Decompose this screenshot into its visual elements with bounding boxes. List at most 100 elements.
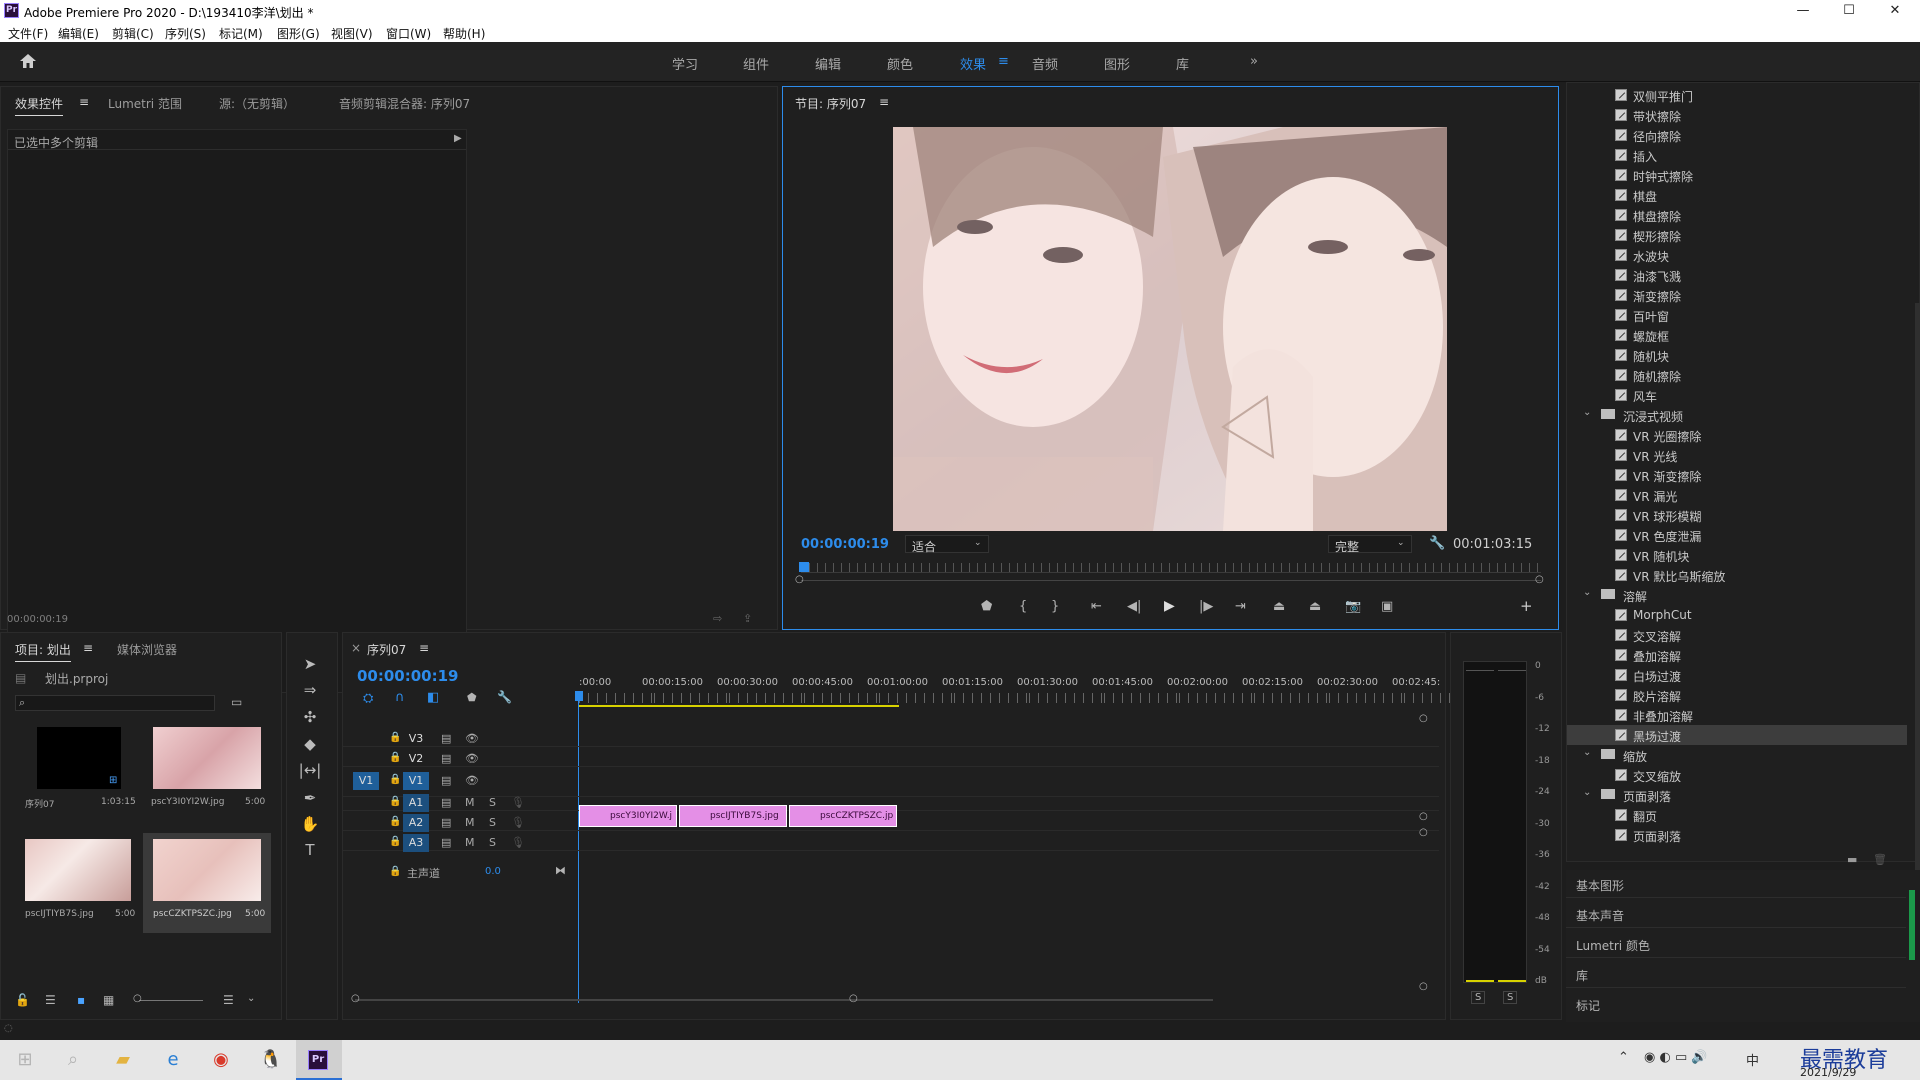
step-forward-icon[interactable]: |▶	[1199, 599, 1213, 614]
effect-item[interactable]: 随机擦除	[1567, 365, 1907, 385]
effect-item[interactable]: 页面剥落	[1567, 825, 1907, 845]
go-to-in-icon[interactable]: ⇤	[1091, 599, 1102, 614]
sync-lock-icon[interactable]: ▤	[441, 752, 451, 765]
effect-item[interactable]: VR 渐变擦除	[1567, 465, 1907, 485]
effect-item[interactable]: MorphCut	[1567, 605, 1907, 625]
microphone-icon[interactable]: 🎙	[511, 796, 525, 809]
effect-item[interactable]: VR 色度泄漏	[1567, 525, 1907, 545]
zoom-handle-left[interactable]: ○	[795, 574, 804, 585]
solo-button[interactable]: S	[489, 836, 496, 849]
project-item-selected[interactable]: pscCZKTPSZC.jpg 5:00	[143, 833, 271, 933]
effect-item[interactable]: VR 球形模糊	[1567, 505, 1907, 525]
tab-source[interactable]: 源:（无剪辑）	[219, 95, 295, 112]
video-zoom-handle-bottom[interactable]: ○	[1419, 811, 1428, 822]
tab-audio-clip-mixer[interactable]: 音频剪辑混合器: 序列07	[339, 95, 470, 112]
effect-item[interactable]: 非叠加溶解	[1567, 705, 1907, 725]
effect-item[interactable]: 翻页	[1567, 805, 1907, 825]
play-icon[interactable]: ▶	[1164, 598, 1175, 614]
effect-item[interactable]: 白场过渡	[1567, 665, 1907, 685]
menu-marker[interactable]: 标记(M)	[219, 25, 263, 42]
mute-button[interactable]: M	[465, 836, 475, 849]
go-to-out-icon[interactable]: ⇥	[1235, 599, 1246, 614]
add-marker-icon[interactable]: ⬟	[981, 599, 992, 614]
menu-clip[interactable]: 剪辑(C)	[112, 25, 154, 42]
effect-item[interactable]: 水波块	[1567, 245, 1907, 265]
sections-scrollbar[interactable]	[1909, 890, 1915, 960]
chrome-icon[interactable]: ◉	[196, 1040, 246, 1080]
timeline-close-icon[interactable]: ×	[351, 641, 361, 655]
effect-item[interactable]: 带状擦除	[1567, 105, 1907, 125]
tray-icons[interactable]: ◉ ◐ ▭ 🔊	[1644, 1050, 1708, 1065]
solo-button[interactable]: S	[489, 796, 496, 809]
eye-icon[interactable]: 👁	[465, 732, 479, 745]
playhead-handle[interactable]	[575, 691, 583, 701]
effect-item[interactable]: 渐变擦除	[1567, 285, 1907, 305]
track-select-tool-icon[interactable]: ⇒	[295, 681, 325, 703]
delete-icon[interactable]: 🗑	[1873, 853, 1887, 866]
new-search-bin-icon[interactable]: ▭	[231, 695, 242, 709]
lock-icon[interactable]: 🔒	[389, 836, 401, 847]
program-menu-icon[interactable]: ≡	[879, 95, 889, 109]
zoom-slider-handle[interactable]: ○	[133, 993, 142, 1004]
expand-arrow-icon[interactable]: ▶	[454, 133, 462, 144]
source-patch[interactable]: V1	[353, 772, 379, 790]
program-playhead[interactable]	[799, 562, 809, 572]
workspace-learn[interactable]: 学习	[672, 54, 698, 73]
maximize-button[interactable]: ☐	[1826, 0, 1872, 22]
program-timecode[interactable]: 00:00:00:19	[801, 537, 889, 552]
solo-left-button[interactable]: S	[1471, 991, 1486, 1004]
workspace-audio[interactable]: 音频	[1032, 54, 1058, 73]
video-zoom-handle-top[interactable]: ○	[1419, 713, 1428, 724]
search-icon[interactable]: ⌕	[48, 1040, 98, 1080]
selection-tool-icon[interactable]: ➤	[295, 655, 325, 677]
effect-item[interactable]: 交叉溶解	[1567, 625, 1907, 645]
effect-item[interactable]: 油漆飞溅	[1567, 265, 1907, 285]
workspace-libraries[interactable]: 库	[1176, 54, 1189, 73]
menu-view[interactable]: 视图(V)	[331, 25, 373, 42]
effect-item[interactable]: 随机块	[1567, 345, 1907, 365]
ime-indicator[interactable]: 中	[1746, 1050, 1759, 1069]
audio-zoom-handle-top[interactable]: ○	[1419, 827, 1428, 838]
menu-sequence[interactable]: 序列(S)	[165, 25, 206, 42]
lift-icon[interactable]: ⏏	[1273, 599, 1285, 614]
ripple-edit-tool-icon[interactable]: ✣	[295, 708, 325, 730]
audio-zoom-handle-bottom[interactable]: ○	[1419, 981, 1428, 992]
panel-menu-icon[interactable]: ≡	[79, 95, 89, 109]
effect-item[interactable]: 棋盘	[1567, 185, 1907, 205]
freeform-view-icon[interactable]: ▦	[103, 993, 114, 1007]
timeline-ruler[interactable]: :00:00 00:00:15:00 00:00:30:00 00:00:45:00 0…	[579, 677, 1479, 705]
effect-item[interactable]: 径向擦除	[1567, 125, 1907, 145]
timeline-horizontal-scrollbar[interactable]	[355, 999, 1213, 1001]
effect-item[interactable]: 百叶窗	[1567, 305, 1907, 325]
project-item[interactable]: pscY3I0YI2W.jpg 5:00	[141, 725, 271, 823]
effect-item[interactable]: 胶片溶解	[1567, 685, 1907, 705]
mark-out-icon[interactable]: }	[1051, 599, 1059, 614]
list-view-icon[interactable]: ☰	[45, 993, 56, 1007]
add-button-icon[interactable]: +	[1520, 597, 1533, 615]
pen-tool-icon[interactable]: ✒	[295, 789, 325, 811]
menu-graphics[interactable]: 图形(G)	[277, 25, 320, 42]
sync-lock-icon[interactable]: ▤	[441, 732, 451, 745]
master-volume[interactable]: 0.0	[485, 866, 501, 877]
effect-item[interactable]: VR 光圈擦除	[1567, 425, 1907, 445]
sync-lock-icon[interactable]: ▤	[441, 796, 451, 809]
timeline-clip[interactable]: pscCZKTPSZC.jp	[789, 805, 897, 827]
close-button[interactable]: ✕	[1872, 0, 1918, 22]
menu-help[interactable]: 帮助(H)	[443, 25, 485, 42]
chevron-down-icon[interactable]: ⌄	[1583, 747, 1591, 758]
snap-icon[interactable]: ∩	[395, 690, 405, 705]
work-area-bar[interactable]	[579, 705, 899, 707]
project-menu-icon[interactable]: ≡	[83, 641, 93, 655]
track-name[interactable]: A2	[403, 814, 429, 832]
tab-effect-controls[interactable]: 效果控件	[15, 95, 64, 116]
quality-dropdown[interactable]: 完整 ⌄	[1328, 535, 1412, 554]
premiere-taskbar-button[interactable]: Pr	[296, 1040, 342, 1080]
timeline-clip[interactable]: pscIJTIYB7S.jpg	[679, 805, 787, 827]
project-search-input[interactable]: ⌕	[15, 695, 215, 711]
linked-selection-icon[interactable]: ◧	[427, 690, 439, 705]
chevron-down-icon[interactable]: ⌄	[247, 993, 255, 1004]
solo-button[interactable]: S	[489, 816, 496, 829]
timeline-menu-icon[interactable]: ≡	[419, 641, 429, 655]
edge-browser-icon[interactable]: e	[148, 1040, 198, 1080]
minimize-button[interactable]: —	[1780, 0, 1826, 22]
